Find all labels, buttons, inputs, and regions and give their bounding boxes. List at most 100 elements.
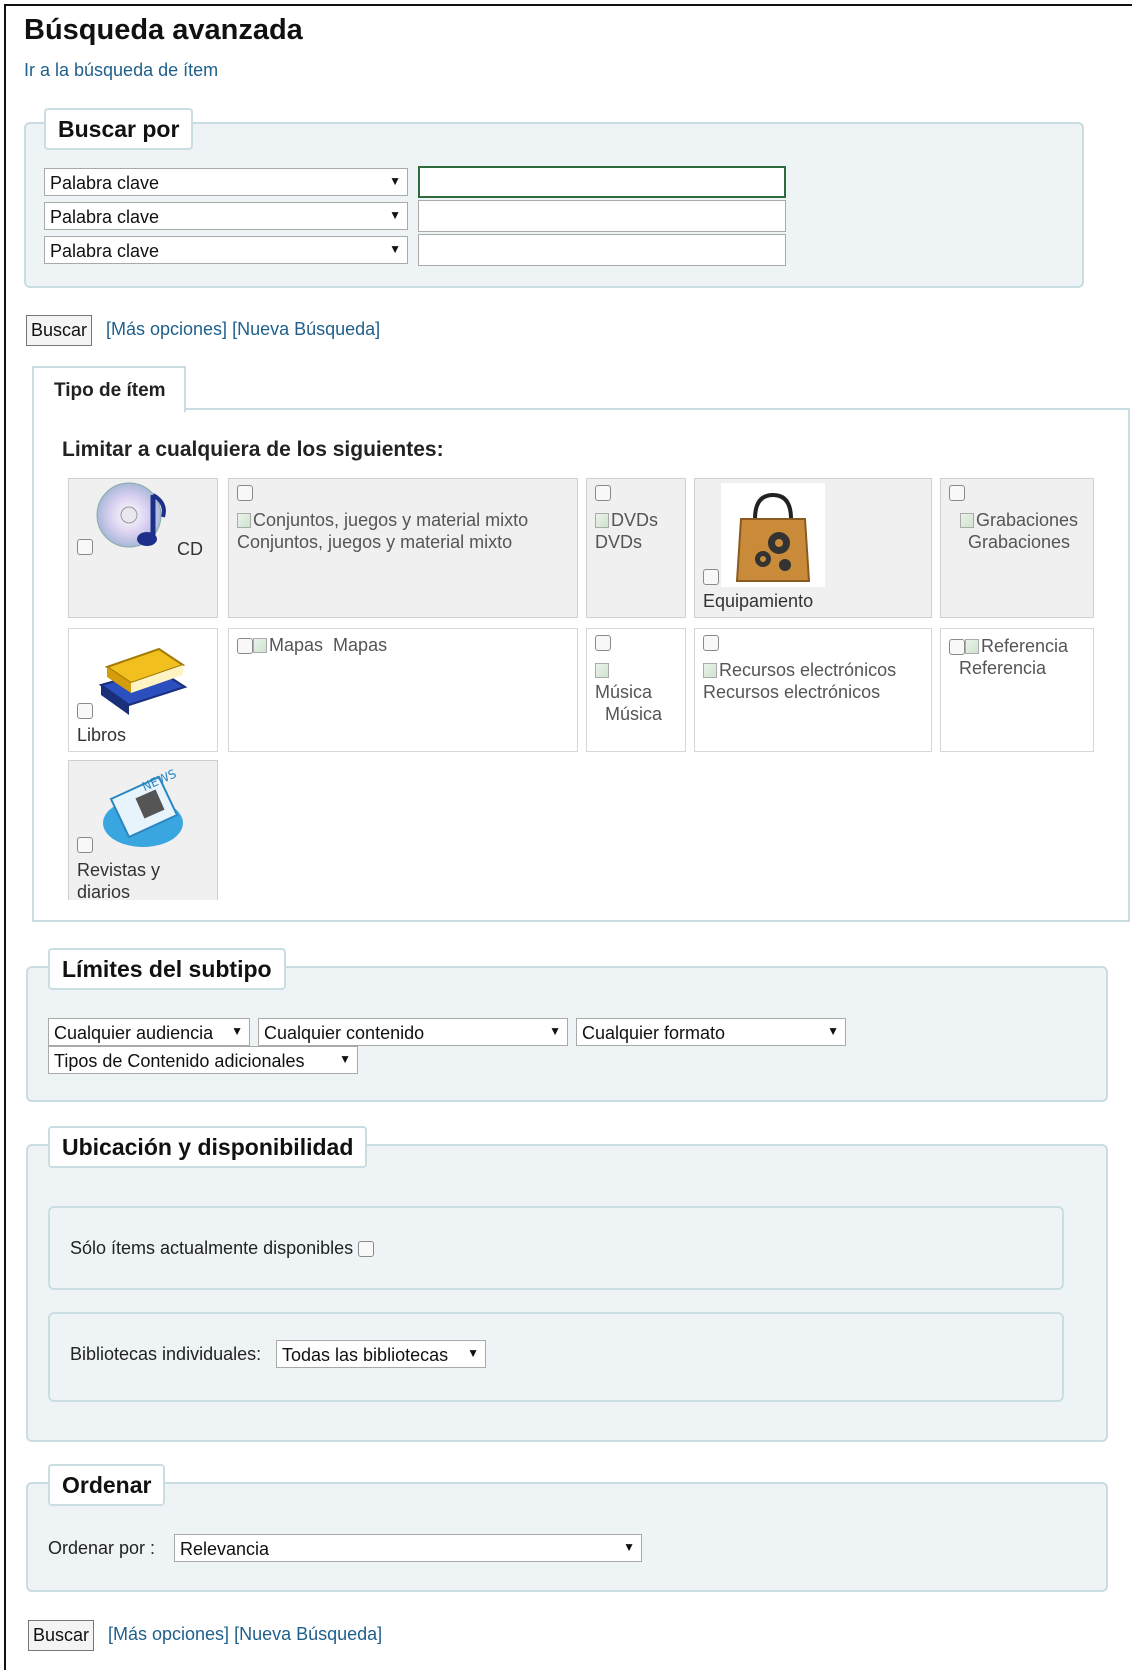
broken-image-icon bbox=[237, 513, 251, 528]
dropdown-caret-icon: ▼ bbox=[623, 1540, 635, 1554]
broken-image-icon bbox=[965, 639, 979, 654]
item-type-checkbox-libros[interactable] bbox=[77, 703, 93, 719]
search-index-select-2[interactable]: Palabra clave ▼ bbox=[44, 202, 408, 230]
item-type-panel: Limitar a cualquiera de los siguientes: bbox=[32, 408, 1130, 922]
item-type-label-referencia: Referencia bbox=[959, 658, 1047, 678]
dropdown-caret-icon: ▼ bbox=[231, 1024, 243, 1038]
libraries-label: Bibliotecas individuales: bbox=[70, 1344, 262, 1364]
broken-image-icon bbox=[253, 638, 267, 653]
item-type-cell-grabaciones: Grabaciones Grabaciones bbox=[940, 478, 1094, 618]
item-type-checkbox-referencia[interactable] bbox=[949, 639, 965, 656]
search-index-select-3[interactable]: Palabra clave ▼ bbox=[44, 236, 408, 264]
item-type-cell-musica: Música Música bbox=[586, 628, 686, 752]
item-type-cell-mapas: Mapas Mapas bbox=[228, 628, 578, 752]
libraries-box: Bibliotecas individuales: Todas las bibl… bbox=[48, 1312, 1064, 1402]
new-search-link-bottom[interactable]: [Nueva Búsqueda] bbox=[234, 1624, 382, 1644]
more-options-link-bottom[interactable]: [Más opciones] bbox=[108, 1624, 229, 1644]
item-type-label-musica: Música bbox=[605, 704, 663, 724]
item-type-alt-mapas: Mapas bbox=[269, 635, 324, 655]
dropdown-caret-icon: ▼ bbox=[827, 1024, 839, 1038]
sort-select[interactable]: Relevancia ▼ bbox=[174, 1534, 642, 1562]
books-icon bbox=[98, 647, 188, 715]
broken-image-icon bbox=[703, 663, 717, 678]
content-select[interactable]: Cualquier contenido ▼ bbox=[258, 1018, 568, 1046]
item-type-checkbox-cd[interactable] bbox=[77, 539, 93, 555]
item-type-label-conjuntos: Conjuntos, juegos y material mixto bbox=[237, 532, 513, 552]
search-index-value-1: Palabra clave bbox=[50, 173, 160, 193]
item-type-cell-cd: CD bbox=[68, 478, 218, 618]
format-select[interactable]: Cualquier formato ▼ bbox=[576, 1018, 846, 1046]
search-term-input-1[interactable] bbox=[418, 166, 786, 198]
dropdown-caret-icon: ▼ bbox=[389, 208, 401, 222]
libraries-select[interactable]: Todas las bibliotecas ▼ bbox=[276, 1340, 486, 1368]
item-type-checkbox-musica[interactable] bbox=[595, 635, 611, 651]
item-type-cell-libros: Libros bbox=[68, 628, 218, 752]
location-fieldset: Ubicación y disponibilidad Sólo ítems ac… bbox=[26, 1126, 1108, 1442]
format-value: Cualquier formato bbox=[582, 1023, 726, 1043]
item-type-checkbox-equipamiento[interactable] bbox=[703, 569, 719, 585]
item-type-checkbox-mapas[interactable] bbox=[237, 638, 253, 655]
item-type-alt-dvds: DVDs bbox=[611, 510, 659, 530]
sort-fieldset: Ordenar Ordenar por : Relevancia ▼ bbox=[26, 1464, 1108, 1592]
broken-image-icon bbox=[959, 513, 974, 528]
additional-content-value: Tipos de Contenido adicionales bbox=[54, 1051, 305, 1071]
availability-box: Sólo ítems actualmente disponibles bbox=[48, 1206, 1064, 1290]
item-type-cell-dvds: DVDs DVDs bbox=[586, 478, 686, 618]
search-index-value-2: Palabra clave bbox=[50, 207, 160, 227]
item-type-cell-recursos: Recursos electrónicos Recursos electróni… bbox=[694, 628, 932, 752]
search-term-input-3[interactable] bbox=[418, 234, 786, 266]
search-by-fieldset: Buscar por Palabra clave ▼ Palabra clave… bbox=[24, 108, 1084, 288]
item-type-alt-referencia: Referencia bbox=[981, 636, 1069, 656]
item-type-checkbox-revistas[interactable] bbox=[77, 837, 93, 853]
item-type-checkbox-grabaciones[interactable] bbox=[949, 485, 965, 501]
dropdown-caret-icon: ▼ bbox=[339, 1052, 351, 1066]
item-type-cell-referencia: Referencia Referencia bbox=[940, 628, 1094, 752]
sort-value: Relevancia bbox=[180, 1539, 270, 1559]
dropdown-caret-icon: ▼ bbox=[467, 1346, 479, 1360]
broken-image-icon bbox=[595, 663, 609, 678]
item-type-checkbox-dvds[interactable] bbox=[595, 485, 611, 501]
limit-heading: Limitar a cualquiera de los siguientes: bbox=[62, 438, 444, 461]
item-type-cell-revistas: NEWS Revistas y diarios bbox=[68, 760, 218, 900]
item-type-label-recursos: Recursos electrónicos bbox=[703, 682, 881, 702]
broken-image-icon bbox=[595, 513, 609, 528]
tab-item-type-label: Tipo de ítem bbox=[54, 380, 166, 401]
search-term-input-2[interactable] bbox=[418, 200, 786, 232]
additional-content-select[interactable]: Tipos de Contenido adicionales ▼ bbox=[48, 1046, 358, 1074]
item-type-label-equipamiento: Equipamiento bbox=[703, 591, 814, 611]
availability-label: Sólo ítems actualmente disponibles bbox=[70, 1238, 354, 1258]
news-magazines-icon: NEWS bbox=[103, 767, 183, 847]
search-button-bottom[interactable]: Buscar bbox=[28, 1620, 95, 1651]
item-type-label-dvds: DVDs bbox=[595, 532, 643, 552]
search-index-select-1[interactable]: Palabra clave ▼ bbox=[44, 168, 408, 196]
item-type-cell-equipamiento: Equipamiento bbox=[694, 478, 932, 618]
more-options-link-top[interactable]: [Más opciones] bbox=[106, 319, 227, 339]
search-button-top[interactable]: Buscar bbox=[26, 315, 93, 346]
item-type-checkbox-conjuntos[interactable] bbox=[237, 485, 253, 501]
audience-value: Cualquier audiencia bbox=[54, 1023, 214, 1043]
search-index-value-3: Palabra clave bbox=[50, 241, 160, 261]
item-type-cell-conjuntos: Conjuntos, juegos y material mixto Conju… bbox=[228, 478, 578, 618]
item-type-alt-recursos: Recursos electrónicos bbox=[719, 660, 897, 680]
dropdown-caret-icon: ▼ bbox=[549, 1024, 561, 1038]
sort-label: Ordenar por : bbox=[48, 1538, 156, 1558]
equipment-bag-icon bbox=[735, 492, 811, 582]
audience-select[interactable]: Cualquier audiencia ▼ bbox=[48, 1018, 250, 1046]
new-search-link-top[interactable]: [Nueva Búsqueda] bbox=[232, 319, 380, 339]
item-search-link[interactable]: Ir a la búsqueda de ítem bbox=[24, 60, 218, 81]
advanced-search-page: Búsqueda avanzada Ir a la búsqueda de ít… bbox=[4, 4, 1132, 1670]
cd-music-icon bbox=[96, 482, 166, 548]
page-title: Búsqueda avanzada bbox=[24, 14, 303, 46]
item-type-label-revistas-1: Revistas y bbox=[77, 860, 161, 880]
item-type-alt-conjuntos: Conjuntos, juegos y material mixto bbox=[253, 510, 529, 530]
sort-legend: Ordenar bbox=[48, 1464, 166, 1506]
item-type-label-grabaciones: Grabaciones bbox=[967, 532, 1071, 552]
item-type-checkbox-recursos[interactable] bbox=[703, 635, 719, 651]
search-by-legend: Buscar por bbox=[44, 108, 194, 150]
item-type-label-revistas-2: diarios bbox=[77, 882, 131, 900]
item-type-label-libros: Libros bbox=[77, 725, 127, 745]
item-type-label-mapas: Mapas bbox=[333, 635, 388, 655]
libraries-value: Todas las bibliotecas bbox=[282, 1345, 449, 1365]
availability-checkbox[interactable] bbox=[358, 1241, 375, 1258]
tab-item-type[interactable]: Tipo de ítem bbox=[32, 366, 186, 412]
